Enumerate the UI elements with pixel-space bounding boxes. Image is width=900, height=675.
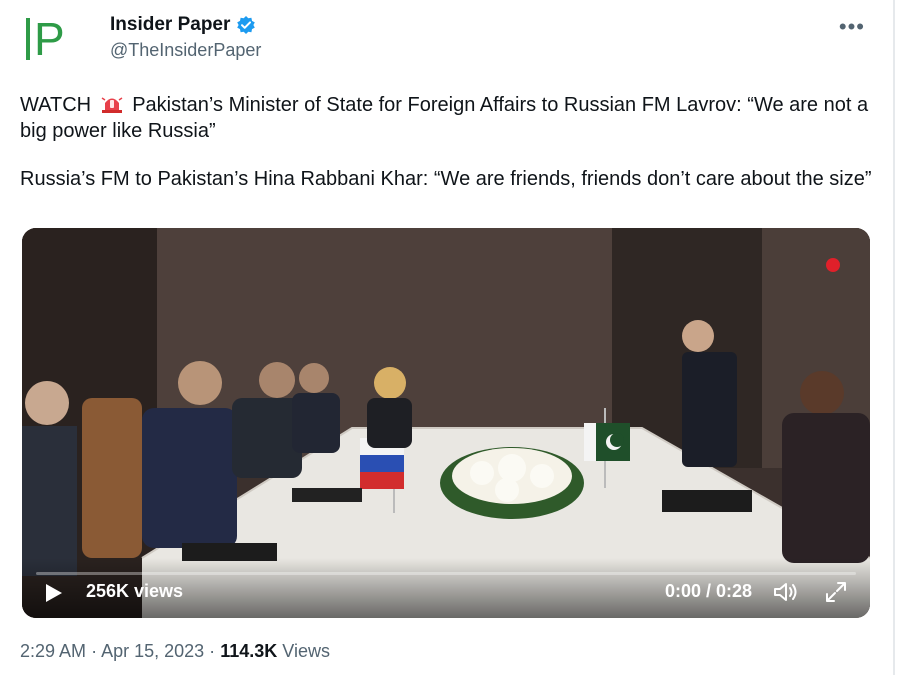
tweet-watch-label: WATCH — [20, 94, 92, 116]
video-views: 256K views — [86, 581, 184, 601]
tweet-paragraph-2: Russia’s FM to Pakistan’s Hina Rabbani K… — [20, 168, 872, 190]
siren-icon — [101, 94, 123, 114]
tweet-views-count: 114.3K — [220, 641, 278, 661]
meta-separator: · — [91, 641, 98, 661]
volume-icon[interactable] — [772, 580, 800, 604]
tweet-meta: 2:29 AM · Apr 15, 2023 · 114.3K Views — [20, 641, 330, 662]
avatar[interactable]: P — [20, 12, 90, 66]
logo-letter-p: P — [34, 13, 65, 65]
logo-bar — [26, 18, 30, 60]
tweet-line-1: Pakistan’s Minister of State for Foreign… — [20, 94, 869, 142]
play-icon[interactable] — [42, 582, 64, 604]
progress-bar[interactable] — [36, 572, 856, 575]
tweet-text: WATCH Pakistan’s Minister of State for F… — [20, 92, 880, 192]
tweet-time[interactable]: 2:29 AM — [20, 641, 86, 661]
meta-separator: · — [209, 641, 216, 661]
video-player[interactable]: 256K views 0:00 / 0:28 — [22, 228, 870, 618]
tweet-date[interactable]: Apr 15, 2023 — [101, 641, 204, 661]
tweet-views-label: Views — [282, 641, 330, 661]
tweet-card: P Insider Paper @TheInsiderPaper ••• WAT… — [0, 0, 895, 675]
author-handle[interactable]: @TheInsiderPaper — [110, 40, 261, 61]
recording-indicator — [826, 258, 840, 272]
more-horizontal-icon[interactable]: ••• — [839, 14, 865, 40]
video-controls: 256K views 0:00 / 0:28 — [22, 558, 870, 618]
verified-badge-icon — [236, 15, 256, 35]
author-block: Insider Paper @TheInsiderPaper — [110, 14, 261, 61]
video-time: 0:00 / 0:28 — [664, 581, 752, 601]
fullscreen-icon[interactable] — [824, 580, 848, 604]
author-name[interactable]: Insider Paper — [110, 14, 230, 36]
tweet-paragraph-1: WATCH Pakistan’s Minister of State for F… — [20, 92, 880, 144]
